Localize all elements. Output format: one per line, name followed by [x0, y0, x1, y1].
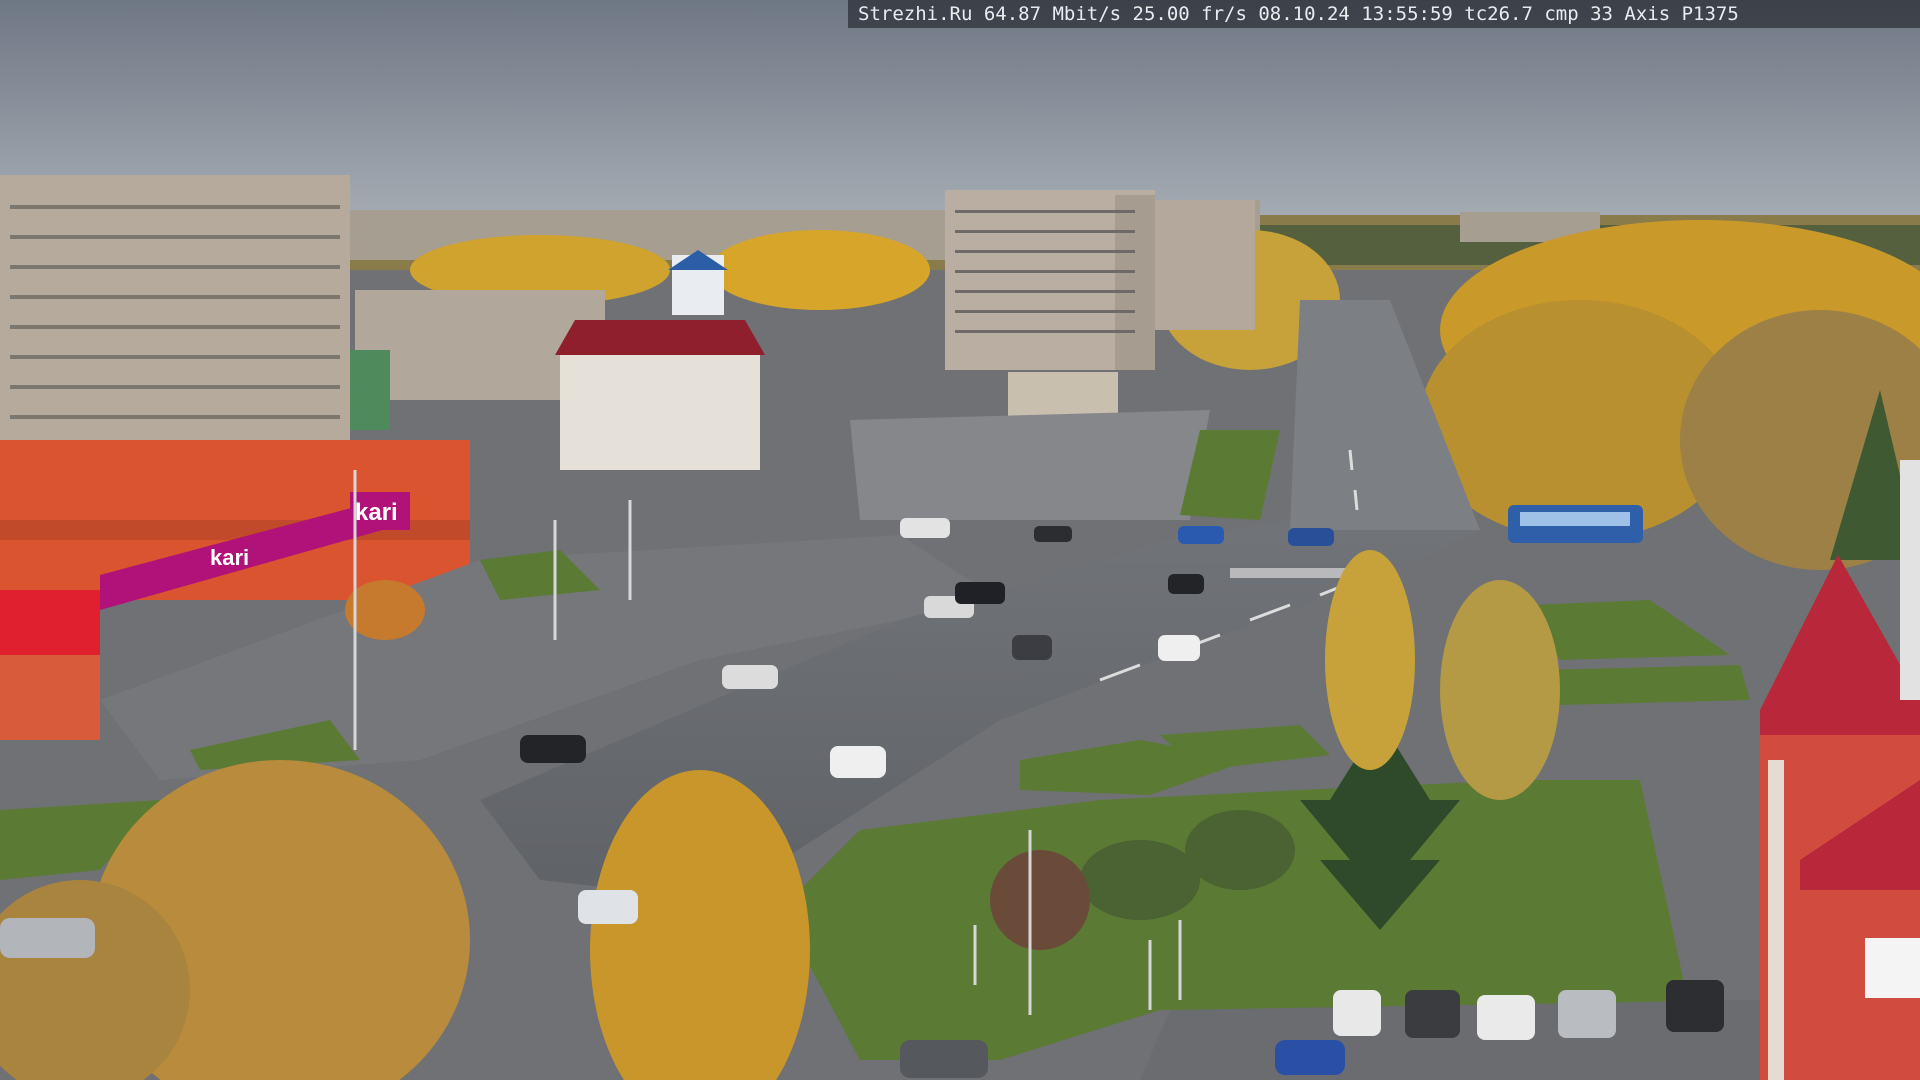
store-brand-sign: kari [355, 499, 398, 526]
store-brand-sign-small: kari [210, 545, 249, 570]
plaza [850, 410, 1210, 520]
camera-info-overlay: Strezhi.Ru 64.87 Mbit/s 25.00 fr/s 08.10… [848, 0, 1920, 28]
webcam-scene: kari kari [0, 0, 1920, 1080]
low-building [1008, 372, 1118, 420]
